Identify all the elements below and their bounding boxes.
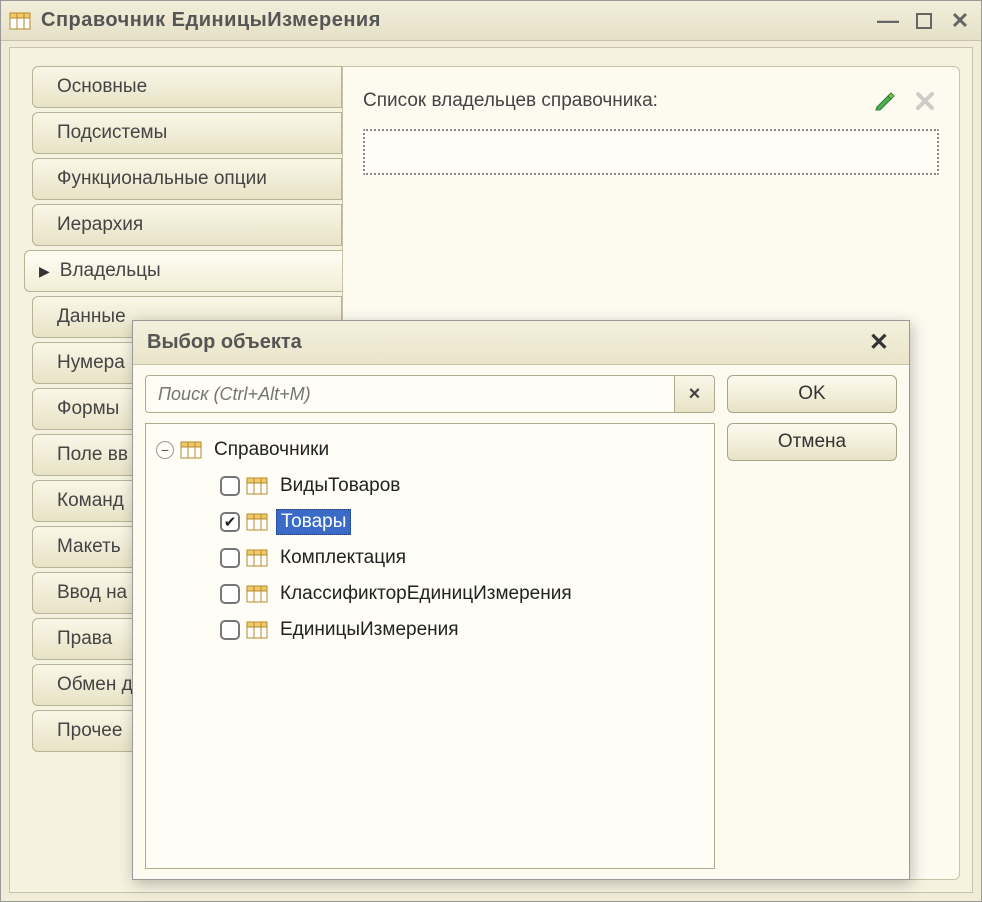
search-input[interactable] — [145, 375, 675, 413]
catalog-icon — [246, 620, 268, 640]
nav-tab-subsystems[interactable]: Подсистемы — [32, 112, 342, 154]
nav-tab-label: Обмен д — [57, 674, 133, 696]
nav-tab-label: Функциональные опции — [57, 168, 267, 190]
nav-tab-label: Прочее — [57, 720, 122, 742]
checkbox[interactable] — [220, 476, 240, 496]
nav-tab-main[interactable]: Основные — [32, 66, 342, 108]
dialog-close-button[interactable]: ✕ — [863, 328, 895, 357]
catalog-icon — [180, 440, 202, 460]
tree-item-label: ВидыТоваров — [276, 474, 404, 498]
delete-icon[interactable] — [911, 87, 939, 115]
nav-tab-hierarchy[interactable]: Иерархия — [32, 204, 342, 246]
catalog-icon — [246, 512, 268, 532]
catalog-icon — [9, 10, 31, 32]
cancel-button-label: Отмена — [778, 431, 846, 453]
nav-tab-label: Права — [57, 628, 112, 650]
nav-tab-label: Подсистемы — [57, 122, 167, 144]
tree-item-label: Товары — [276, 509, 351, 535]
tree-item-label: ЕдиницыИзмерения — [276, 618, 463, 642]
ok-button-label: OK — [798, 383, 825, 405]
catalog-icon — [246, 476, 268, 496]
nav-tab-label: Поле вв — [57, 444, 128, 466]
nav-tab-label: Основные — [57, 76, 147, 98]
clear-search-button[interactable]: × — [675, 375, 715, 413]
search-row: × — [145, 375, 715, 413]
nav-tab-label: Ввод на — [57, 582, 127, 604]
tree-item[interactable]: Товары — [156, 504, 704, 540]
dialog-title: Выбор объекта — [147, 331, 863, 354]
tree-root[interactable]: − Справочники — [156, 432, 704, 468]
minimize-button[interactable]: — — [875, 8, 901, 34]
tree-item[interactable]: ВидыТоваров — [156, 468, 704, 504]
checkbox[interactable] — [220, 620, 240, 640]
titlebar: Справочник ЕдиницыИзмерения — ✕ — [1, 1, 981, 41]
checkbox[interactable] — [220, 584, 240, 604]
ok-button[interactable]: OK — [727, 375, 897, 413]
tree-item-label: Комплектация — [276, 546, 410, 570]
edit-icon[interactable] — [871, 87, 899, 115]
maximize-button[interactable] — [911, 8, 937, 34]
collapse-icon[interactable]: − — [156, 441, 174, 459]
nav-tab-label: Макеть — [57, 536, 121, 558]
active-arrow-icon: ▶ — [39, 263, 50, 280]
object-chooser-dialog: Выбор объекта ✕ × − Справочники — [132, 320, 910, 880]
object-tree[interactable]: − Справочники ВидыТоваров Товар — [145, 423, 715, 869]
dialog-titlebar: Выбор объекта ✕ — [133, 321, 909, 365]
dialog-body: × − Справочники ВидыТоваров — [133, 365, 909, 879]
cancel-button[interactable]: Отмена — [727, 423, 897, 461]
tree-item[interactable]: ЕдиницыИзмерения — [156, 612, 704, 648]
catalog-icon — [246, 584, 268, 604]
dialog-buttons: OK Отмена — [727, 375, 897, 869]
tree-root-label: Справочники — [210, 438, 333, 462]
close-button[interactable]: ✕ — [947, 8, 973, 34]
tree-item[interactable]: КлассификторЕдиницИзмерения — [156, 576, 704, 612]
nav-tab-label: Данные — [57, 306, 126, 328]
nav-tab-label: Владельцы — [60, 260, 161, 282]
nav-tab-label: Команд — [57, 490, 124, 512]
nav-tab-label: Нумера — [57, 352, 125, 374]
checkbox-checked[interactable] — [220, 512, 240, 532]
catalog-icon — [246, 548, 268, 568]
tree-item-label: КлассификторЕдиницИзмерения — [276, 582, 576, 606]
nav-tab-owners[interactable]: ▶ Владельцы — [24, 250, 342, 292]
owners-label: Список владельцев справочника: — [363, 90, 859, 112]
owners-listbox[interactable] — [363, 129, 939, 175]
tree-item[interactable]: Комплектация — [156, 540, 704, 576]
window-title: Справочник ЕдиницыИзмерения — [41, 9, 865, 32]
checkbox[interactable] — [220, 548, 240, 568]
nav-tab-label: Формы — [57, 398, 119, 420]
nav-tab-functional-options[interactable]: Функциональные опции — [32, 158, 342, 200]
dialog-left: × − Справочники ВидыТоваров — [145, 375, 715, 869]
panel-header: Список владельцев справочника: — [363, 87, 939, 115]
nav-tab-label: Иерархия — [57, 214, 143, 236]
